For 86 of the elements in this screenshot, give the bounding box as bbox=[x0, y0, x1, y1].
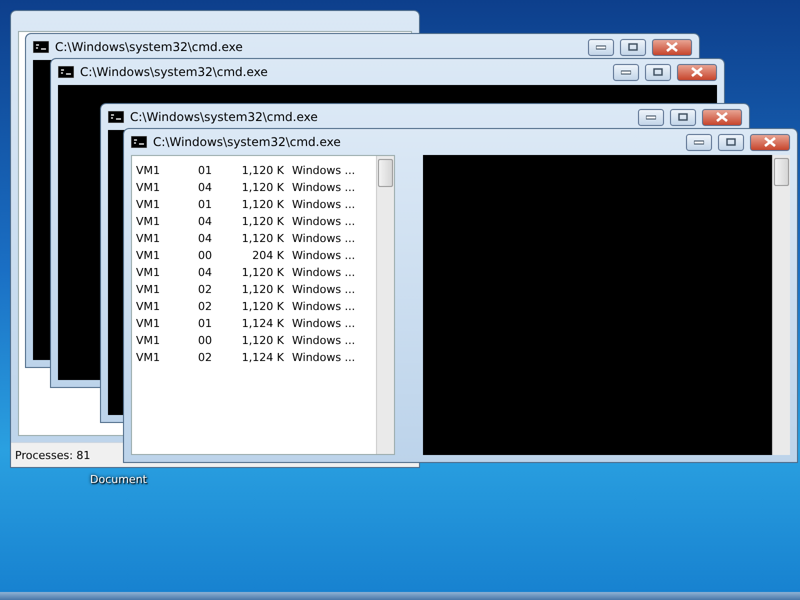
table-cell-text: 1,120 K bbox=[240, 232, 285, 245]
table-cell-text: 1,120 K bbox=[240, 266, 285, 279]
maximize-button[interactable] bbox=[645, 64, 671, 80]
minimize-icon bbox=[694, 139, 704, 145]
table-cell-text: VM1 bbox=[135, 249, 162, 262]
table-cell-text: 01 bbox=[197, 164, 213, 177]
scroll-thumb[interactable] bbox=[774, 158, 789, 186]
table-cell-text: VM1 bbox=[135, 198, 162, 211]
table-cell-text: VM1 bbox=[135, 351, 162, 364]
minimize-button[interactable] bbox=[613, 64, 639, 80]
console-icon bbox=[33, 41, 49, 53]
table-cell-text: Windows ... bbox=[291, 351, 356, 364]
console-icon bbox=[108, 111, 124, 123]
table-cell-text: 01 bbox=[197, 198, 213, 211]
table-cell-text: Windows ... bbox=[291, 181, 356, 194]
close-button[interactable] bbox=[702, 108, 742, 126]
table-cell-text: 1,120 K bbox=[240, 334, 285, 347]
minimize-icon bbox=[596, 44, 606, 50]
table-cell-text: Windows ... bbox=[291, 300, 356, 313]
table-cell-text: VM1 bbox=[135, 334, 162, 347]
minimize-button[interactable] bbox=[686, 134, 712, 150]
table-cell-text: 1,120 K bbox=[240, 215, 285, 228]
table-cell-text: VM1 bbox=[135, 164, 162, 177]
console-icon bbox=[58, 66, 74, 78]
table-cell-text: 1,120 K bbox=[240, 283, 285, 296]
table-cell-text: 02 bbox=[197, 351, 213, 364]
table-cell-text: Windows ... bbox=[291, 283, 356, 296]
close-icon bbox=[666, 42, 678, 52]
maximize-icon bbox=[653, 68, 663, 76]
scrollbar[interactable] bbox=[772, 155, 790, 455]
window-title: C:\Windows\system32\cmd.exe bbox=[55, 40, 244, 54]
scrollbar[interactable] bbox=[376, 156, 394, 454]
table-cell-text: Windows ... bbox=[291, 232, 356, 245]
maximize-button[interactable] bbox=[620, 38, 646, 56]
maximize-icon bbox=[678, 113, 688, 121]
close-icon bbox=[691, 67, 703, 77]
maximize-icon bbox=[628, 43, 638, 51]
table-cell-text: 204 K bbox=[251, 249, 285, 262]
minimize-button[interactable] bbox=[638, 108, 664, 126]
scroll-thumb[interactable] bbox=[378, 159, 393, 187]
table-cell-text: VM1 bbox=[135, 317, 162, 330]
table-cell-text: 1,120 K bbox=[240, 181, 285, 194]
process-count: Processes: 81 bbox=[15, 448, 90, 462]
table-cell-text: Windows ... bbox=[291, 164, 356, 177]
table-cell-text: 01 bbox=[197, 317, 213, 330]
table-cell-text: Windows ... bbox=[291, 266, 356, 279]
table-cell-text: 00 bbox=[197, 249, 213, 262]
table-cell-text: 02 bbox=[197, 300, 213, 313]
close-button[interactable] bbox=[677, 64, 717, 80]
table-cell-text: VM1 bbox=[135, 266, 162, 279]
window-title: C:\Windows\system32\cmd.exe bbox=[130, 110, 319, 124]
console-icon bbox=[131, 136, 147, 148]
maximize-button[interactable] bbox=[670, 108, 696, 126]
table-cell-text: 1,124 K bbox=[240, 317, 285, 330]
table-cell-text: 1,124 K bbox=[240, 351, 285, 364]
maximize-icon bbox=[726, 138, 736, 146]
table-cell-text: 1,120 K bbox=[240, 164, 285, 177]
table-cell-text: 04 bbox=[197, 215, 213, 228]
table-cell-text: VM1 bbox=[135, 232, 162, 245]
table-cell-text: VM1 bbox=[135, 283, 162, 296]
table-cell-text: VM1 bbox=[135, 215, 162, 228]
close-button[interactable] bbox=[652, 38, 692, 56]
minimize-icon bbox=[621, 69, 631, 75]
table-cell-text: Windows ... bbox=[291, 215, 356, 228]
desktop-icon-label[interactable]: Document bbox=[90, 473, 147, 486]
close-icon bbox=[716, 112, 728, 122]
close-icon bbox=[764, 137, 776, 147]
close-button[interactable] bbox=[750, 134, 790, 150]
table-cell-text: VM1 bbox=[135, 300, 162, 313]
table-cell-text: 02 bbox=[197, 283, 213, 296]
table-cell-text: Windows ... bbox=[291, 334, 356, 347]
window-title: C:\Windows\system32\cmd.exe bbox=[80, 65, 269, 79]
table-cell-text: 04 bbox=[197, 232, 213, 245]
table-cell-text: Windows ... bbox=[291, 317, 356, 330]
table-cell-text: Windows ... bbox=[291, 249, 356, 262]
minimize-icon bbox=[646, 114, 656, 120]
table-cell-text: 04 bbox=[197, 266, 213, 279]
table-cell-text: 00 bbox=[197, 334, 213, 347]
maximize-button[interactable] bbox=[718, 134, 744, 150]
table-cell-text: 04 bbox=[197, 181, 213, 194]
table-cell-text: 1,120 K bbox=[240, 300, 285, 313]
table-cell-text: VM1 bbox=[135, 181, 162, 194]
minimize-button[interactable] bbox=[588, 38, 614, 56]
table-cell-text: Windows ... bbox=[291, 198, 356, 211]
table-cell-text: 1,120 K bbox=[240, 198, 285, 211]
window-title: C:\Windows\system32\cmd.exe bbox=[153, 135, 342, 149]
